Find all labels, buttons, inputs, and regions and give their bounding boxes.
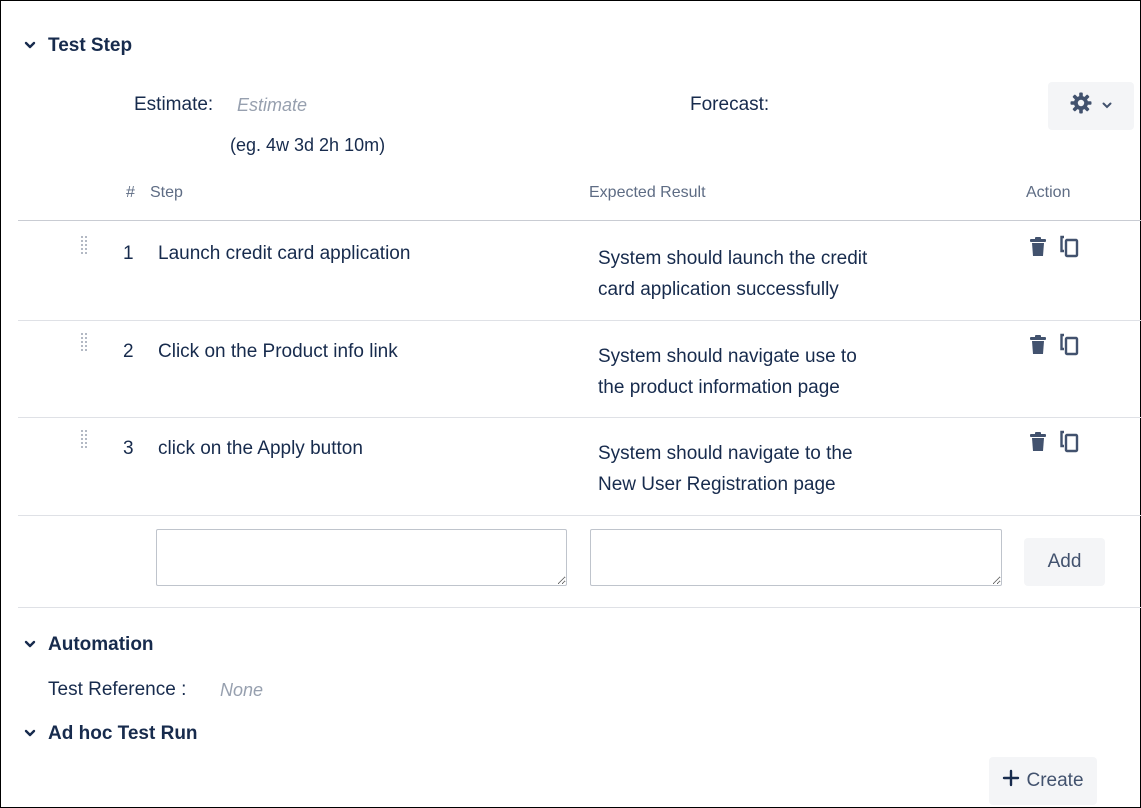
expected-result-line[interactable]: System should launch the credit (598, 243, 867, 274)
column-header-step: Step (150, 184, 183, 201)
row-number: 3 (123, 438, 134, 459)
plus-icon (1002, 769, 1020, 793)
add-step-button[interactable]: Add (1024, 538, 1105, 586)
test-step-title: Test Step (48, 35, 133, 56)
column-header-action: Action (1026, 184, 1071, 201)
create-button-label: Create (1026, 770, 1084, 791)
header-divider (18, 220, 1141, 221)
estimate-field[interactable]: Estimate (237, 95, 307, 116)
chevron-down-icon (1101, 95, 1113, 117)
gear-icon (1069, 91, 1093, 121)
step-text[interactable]: click on the Apply button (158, 433, 363, 464)
forecast-label: Forecast: (690, 94, 770, 115)
trash-icon[interactable] (1030, 335, 1046, 360)
trash-icon[interactable] (1030, 432, 1046, 457)
trash-icon[interactable] (1030, 237, 1046, 262)
step-text[interactable]: Launch credit card application (158, 238, 410, 269)
expected-result-line[interactable]: New User Registration page (598, 469, 836, 500)
adhoc-toggle[interactable] (22, 725, 38, 745)
automation-title: Automation (48, 634, 154, 655)
column-header-number: # (126, 184, 135, 201)
column-header-expected-result: Expected Result (589, 184, 706, 201)
test-reference-label: Test Reference : (48, 679, 187, 700)
expected-result-line[interactable]: System should navigate use to (598, 341, 857, 372)
chevron-down-icon (22, 725, 38, 741)
row-number: 2 (123, 341, 134, 362)
expected-result-line[interactable]: System should navigate to the (598, 438, 853, 469)
row-divider (18, 417, 1141, 418)
new-step-input[interactable] (156, 529, 567, 586)
new-expected-result-input[interactable] (590, 529, 1002, 586)
row-divider (18, 320, 1141, 321)
step-text[interactable]: Click on the Product info link (158, 336, 398, 367)
copy-icon[interactable] (1060, 430, 1080, 459)
copy-icon[interactable] (1060, 333, 1080, 362)
create-button[interactable]: Create (989, 757, 1097, 805)
estimate-hint: (eg. 4w 3d 2h 10m) (230, 135, 386, 155)
expected-result-line[interactable]: the product information page (598, 372, 840, 403)
test-step-toggle[interactable] (22, 37, 38, 57)
copy-icon[interactable] (1060, 235, 1080, 264)
row-number: 1 (123, 243, 134, 264)
estimate-label: Estimate: (134, 94, 214, 115)
adhoc-title: Ad hoc Test Run (48, 723, 198, 744)
row-divider (18, 515, 1141, 516)
drag-handle-icon[interactable] (80, 332, 90, 354)
settings-button[interactable] (1048, 82, 1134, 130)
drag-handle-icon[interactable] (80, 235, 90, 257)
chevron-down-icon (22, 37, 38, 53)
expected-result-line[interactable]: card application successfully (598, 274, 839, 305)
drag-handle-icon[interactable] (80, 429, 90, 451)
automation-toggle[interactable] (22, 636, 38, 656)
chevron-down-icon (22, 636, 38, 652)
test-reference-value[interactable]: None (220, 680, 263, 701)
section-divider (18, 607, 1141, 608)
